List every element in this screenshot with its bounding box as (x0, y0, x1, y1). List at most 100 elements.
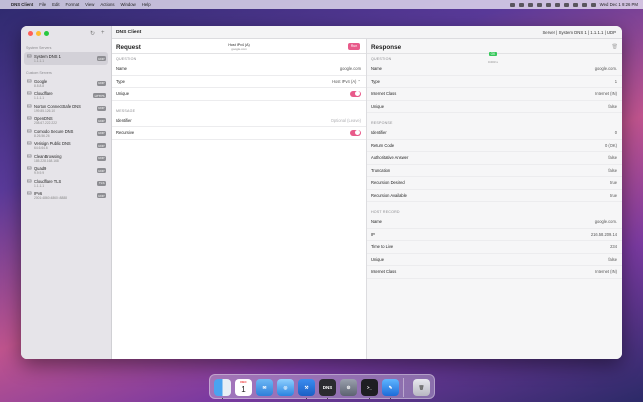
unique-label: Unique (116, 91, 129, 97)
close-button[interactable] (28, 31, 33, 36)
server-address: 199.85.126.10 (34, 108, 56, 113)
response-time: 0.003 s (488, 60, 498, 64)
sidebar-item-system-dns-1[interactable]: ⛁ System DNS 1 1.1.1.1 UDP (24, 52, 108, 65)
name-field[interactable]: google.com (340, 66, 361, 71)
menu-file[interactable]: File (39, 2, 46, 7)
row-value: 234 (610, 244, 617, 250)
menu-actions[interactable]: Actions (100, 2, 114, 7)
server-icon: ⛁ (27, 54, 32, 60)
finder-icon[interactable] (214, 379, 231, 396)
response-row: Internet Class Internet (IN) (367, 88, 622, 101)
protocol-badge: UDP (96, 168, 106, 173)
system-preferences-icon[interactable]: ⚙ (340, 379, 357, 396)
mail-icon[interactable]: ✉ (256, 379, 273, 396)
wifi-icon[interactable] (572, 2, 578, 7)
sidebar-item-comodo[interactable]: ⛁ Comodo Secure DNS 8.26.56.26 UDP (24, 127, 108, 140)
status-icon[interactable] (509, 2, 515, 7)
row-label: Unique (371, 256, 384, 262)
sidebar-item-quad9[interactable]: ⛁ Quad9 9.9.9.9 UDP (24, 164, 108, 177)
add-server-icon[interactable]: + (101, 30, 105, 37)
row-label: Authoritative Answer (371, 155, 409, 161)
xcode-icon[interactable]: ⚒ (298, 379, 315, 396)
control-center-icon[interactable] (590, 2, 596, 7)
recursive-toggle[interactable] (350, 129, 361, 136)
server-address: 1.1.1.1 (34, 96, 45, 100)
unique-row: Unique (112, 88, 366, 101)
server-selector[interactable]: Server | System DNS 1 | 1.1.1.1 | UDP (542, 30, 616, 35)
query-summary-name: google.com (231, 47, 247, 51)
minimize-button[interactable] (36, 31, 41, 36)
search-icon[interactable] (581, 2, 587, 7)
row-value: false (608, 256, 617, 262)
menu-help[interactable]: Help (142, 2, 151, 7)
menu-edit[interactable]: Edit (52, 2, 59, 7)
server-address: 1.1.1.1 (34, 183, 45, 188)
safari-icon[interactable]: ◎ (277, 379, 294, 396)
row-value: Internet (IN) (595, 91, 617, 97)
row-value: true (609, 180, 617, 186)
response-row: Unique false (367, 101, 622, 113)
protocol-badge: UDP (96, 118, 106, 123)
status-icon[interactable] (563, 2, 569, 7)
sidebar-item-cloudflare-tls[interactable]: ⛁ Cloudflare TLS 1.1.1.1 TLS (24, 177, 108, 190)
identifier-label: Identifier (116, 117, 132, 123)
protocol-badge: UDP (96, 105, 106, 111)
sidebar-item-verisign[interactable]: ⛁ Verisign Public DNS 64.6.64.6 UDP (24, 139, 108, 152)
menu-view[interactable]: View (85, 2, 94, 7)
protocol-badge: HTTPS (93, 93, 106, 98)
calendar-icon[interactable]: DEC 1 (235, 379, 252, 396)
app-icon[interactable]: ✎ (382, 379, 399, 396)
response-row: Identifier 0 (367, 127, 622, 140)
row-label: Name (371, 66, 382, 72)
row-value: false (608, 155, 617, 161)
identifier-field[interactable]: Optional (Leave) (331, 118, 361, 123)
status-icon[interactable] (536, 2, 542, 7)
server-address: 8.26.56.26 (34, 133, 50, 138)
request-header: Request Host IPv4 (A) google.com Run (112, 39, 366, 54)
sidebar-item-norton[interactable]: ⛁ Norton ConnectSafe DNS 199.85.126.10 UD… (24, 102, 108, 115)
request-title: Request (116, 44, 141, 51)
sidebar-item-cleanbrowsing[interactable]: ⛁ CleanBrowsing 185.228.168.168 UDP (24, 152, 108, 165)
host-record-header: HOST RECORD (371, 210, 400, 214)
unique-toggle[interactable] (350, 90, 361, 97)
protocol-badge: UDP (96, 143, 106, 148)
sidebar-item-ipv6[interactable]: ⛁ IPv6 2001:4860:4860::8888 UDP (24, 189, 108, 202)
response-section-header: RESPONSE (371, 121, 393, 125)
status-icon[interactable] (545, 2, 551, 7)
sidebar-item-cloudflare[interactable]: ⛁ Cloudflare 1.1.1.1 HTTPS (24, 89, 108, 102)
server-address: 1.1.1.1 (34, 59, 45, 63)
server-icon: ⛁ (27, 103, 32, 110)
run-button[interactable]: Run (348, 42, 360, 50)
row-value: false (608, 167, 617, 173)
menu-format[interactable]: Format (66, 2, 80, 7)
sidebar-toolbar: ↻ + (90, 30, 105, 37)
terminal-icon[interactable]: >_ (361, 379, 378, 396)
identifier-row: Identifier Optional (Leave) (112, 115, 366, 127)
window-controls (28, 31, 49, 36)
status-icon[interactable] (554, 2, 560, 7)
trash-icon[interactable]: 🗑 (612, 44, 618, 50)
dns-client-icon[interactable]: DNS (319, 379, 336, 396)
trash-icon[interactable]: 🗑 (413, 379, 430, 396)
response-row: Recursion Desired true (367, 177, 622, 190)
server-address: 64.6.64.6 (34, 146, 48, 150)
row-label: Recursion Available (371, 192, 407, 198)
type-select[interactable]: Host IPv4 (A) ⌃ (332, 79, 361, 84)
refresh-icon[interactable]: ↻ (90, 30, 95, 37)
row-value: google.com. (594, 66, 617, 72)
zoom-button[interactable] (44, 31, 49, 36)
row-value: 216.58.209.14 (590, 231, 617, 237)
main-area: DNS Client Server | System DNS 1 | 1.1.1… (112, 26, 622, 359)
response-pane: Response OK 0.003 s 🗑 QUESTION Name googl… (367, 39, 622, 359)
row-label: Internet Class (371, 91, 397, 97)
status-icon[interactable] (518, 2, 524, 7)
response-status: OK 0.003 s (488, 42, 498, 64)
menu-clock[interactable]: Wed Dec 1 9:26 PM (600, 2, 638, 7)
calendar-month: DEC (240, 380, 247, 384)
menu-window[interactable]: Window (121, 2, 136, 7)
sidebar-item-google[interactable]: ⛁ Google 8.8.8.8 UDP (24, 77, 108, 90)
server-icon: ⛁ (27, 178, 32, 185)
sidebar-item-opendns[interactable]: ⛁ OpenDNS 208.67.222.222 UDP (24, 114, 108, 127)
menu-app-name[interactable]: DNS Client (11, 2, 33, 7)
status-icon[interactable] (527, 2, 533, 7)
